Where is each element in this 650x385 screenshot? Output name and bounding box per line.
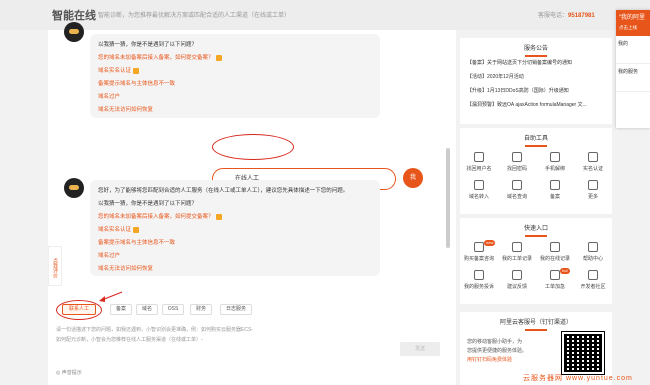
quick-online-records[interactable]: 我的在线记录 <box>536 242 574 262</box>
panel-title: 服务公告 <box>460 43 612 57</box>
input-placeholder: 请一句话描述下您的问题，如我还遇到，小智识别会更准确，例：如何购买云服务器ECS… <box>56 327 253 333</box>
brand-title: 智能在线 <box>52 10 96 22</box>
quick-entry-panel: 快速入口 购买备案咨询 new 我的工单记录 我的在线记录 帮助中心 我的服务投… <box>460 218 612 304</box>
tool-domain-transfer[interactable]: 域名转入 <box>460 180 498 200</box>
panel-title: 自助工具 <box>460 133 612 147</box>
arrow-icon <box>99 291 123 302</box>
top-bar: 智能在线 智能诊断，为您推荐最优解决方案或匹配合适的人工渠道（在线或工单） 客服… <box>0 0 650 30</box>
bot-message-2: 您好，为了能够将您匹配到合适的人工服务（在线人工或工单人工），建议您先具体描述一… <box>90 180 380 276</box>
lock-icon <box>512 152 522 162</box>
tool-unbind-phone[interactable]: 手机解绑 <box>536 152 574 172</box>
announcement-item[interactable]: 【升级】1月13日DDoS高防（国际）升级通知 <box>467 87 607 94</box>
quick-ticket-records[interactable]: 我的工单记录 <box>498 242 536 262</box>
hotline: 客服电话：95187981 <box>538 13 595 19</box>
domain-icon <box>474 180 484 190</box>
voice-toggle[interactable]: ◎ 声音提示 <box>56 369 82 376</box>
bell-icon <box>550 270 560 280</box>
floating-row[interactable]: 我的 <box>616 36 650 64</box>
floating-header: “我的阿里 点击上线 <box>616 10 650 36</box>
announcement-item[interactable]: 【活动】2020年12月活动 <box>467 73 607 80</box>
suggested-link[interactable]: 域名无法访问如何恢复 <box>98 104 372 117</box>
hot-icon <box>215 54 222 61</box>
tool-beian[interactable]: 备案 <box>536 180 574 200</box>
suggested-link[interactable]: 域名实名认证 <box>98 224 372 237</box>
help-icon <box>588 242 598 252</box>
ticket-icon <box>512 242 522 252</box>
bot-message-intro: 以我猜一猜，你是不是遇到了以下问题？ <box>98 201 198 207</box>
bot-message-intro: 以我猜一猜，你是不是遇到了以下问题？ <box>98 42 198 48</box>
message-input[interactable]: 请一句话描述下您的问题，如我还遇到，小智识别会更准确，例：如何购买云服务器ECS… <box>56 325 400 365</box>
qr-code <box>561 331 605 375</box>
tab-beian[interactable]: 备案 <box>110 304 132 315</box>
chat-icon <box>474 242 484 252</box>
hot-icon <box>133 226 140 233</box>
quick-help-center[interactable]: 帮助中心 <box>574 242 612 262</box>
hot-badge: hot <box>560 268 570 274</box>
tool-more[interactable]: 更多 <box>574 180 612 200</box>
panel-title: 快速入口 <box>460 223 612 237</box>
bot-avatar <box>64 178 84 198</box>
panel-title: 阿里云客服号（钉钉渠道） <box>460 317 612 331</box>
bot-message-1: 以我猜一猜，你是不是遇到了以下问题？ 您的域名未加备案后接入备案，如何提交备案？… <box>90 34 380 118</box>
header-tagline: 智能诊断，为您推荐最优解决方案或匹配合适的人工渠道（在线或工单） <box>98 13 291 19</box>
headset-icon <box>550 242 560 252</box>
announcement-item[interactable]: 【漏洞预警】致远OA ajaxAction formulaManager 文..… <box>467 101 607 108</box>
suggested-link[interactable]: 您的域名未加备案后接入备案，如何提交备案？ <box>98 52 372 65</box>
hot-icon <box>133 67 140 74</box>
document-icon <box>550 180 560 190</box>
dingtalk-description: 您的移动客服小助手，为 您提供更便捷的服务体验。 用钉钉扫码免费体验 <box>467 339 528 363</box>
tool-realname[interactable]: 实名认证 <box>574 152 612 172</box>
quick-complaint[interactable]: 我的服务投诉 <box>460 270 498 290</box>
self-service-panel: 自助工具 找回用户名 找回密码 手机解绑 实名认证 域名转入 域名查询 备案 更… <box>460 128 612 214</box>
phone-icon <box>550 152 560 162</box>
user-avatar: 我 <box>403 168 423 188</box>
quick-feedback[interactable]: 建议反馈 <box>498 270 536 290</box>
hot-icon <box>215 213 222 220</box>
tab-domain[interactable]: 域名 <box>136 304 158 315</box>
tool-domain-search[interactable]: 域名查询 <box>498 180 536 200</box>
highlight-circle <box>212 134 294 160</box>
suggested-link[interactable]: 域名实名认证 <box>98 65 372 78</box>
send-button[interactable]: 发送 <box>400 342 440 356</box>
tool-find-username[interactable]: 找回用户名 <box>460 152 498 172</box>
rate-button[interactable]: 点我评价 <box>48 246 62 286</box>
floating-panel[interactable]: “我的阿里 点击上线 我的 我的服务 <box>616 10 650 128</box>
community-icon <box>588 270 598 280</box>
quick-dev-community[interactable]: 开发者社区 <box>574 270 612 290</box>
user-icon <box>474 152 484 162</box>
suggested-link[interactable]: 您的域名未加备案后接入备案，如何提交备案？ <box>98 211 372 224</box>
tab-log-service[interactable]: 日志服务 <box>220 304 252 315</box>
bot-message-intro: 您好，为了能够将您匹配到合适的人工服务（在线人工或工单人工），建议您先具体描述一… <box>98 188 349 194</box>
bot-avatar <box>64 22 84 42</box>
announcement-item[interactable]: 【备案】关于网站送页下分切销备案编号的通知 <box>467 59 607 66</box>
suggested-link[interactable]: 域名无法访问如何恢复 <box>98 263 372 276</box>
feedback-icon <box>512 270 522 280</box>
suggested-link[interactable]: 备案提示域名与主体信息不一致 <box>98 237 372 250</box>
floating-row[interactable]: 我的服务 <box>616 64 650 92</box>
input-placeholder: 如何配元诊断，小智会为您推荐在线人工服务渠道（在线或工单）- <box>56 337 203 343</box>
tool-find-password[interactable]: 找回密码 <box>498 152 536 172</box>
search-icon <box>512 180 522 190</box>
hotline-number: 95187981 <box>568 13 595 19</box>
tab-oss[interactable]: OSS <box>162 304 184 315</box>
suggested-link[interactable]: 域名过户 <box>98 91 372 104</box>
suggested-link[interactable]: 域名过户 <box>98 250 372 263</box>
announcement-panel: 服务公告 【备案】关于网站送页下分切销备案编号的通知 【活动】2020年12月活… <box>460 38 612 124</box>
watermark: 云服务器网 www.yuntue.com <box>523 375 633 382</box>
complaint-icon <box>474 270 484 280</box>
tab-finance[interactable]: 财务 <box>190 304 212 315</box>
suggested-link[interactable]: 备案提示域名与主体信息不一致 <box>98 78 372 91</box>
new-badge: new <box>484 240 496 246</box>
id-card-icon <box>588 152 598 162</box>
chat-scrollbar[interactable] <box>446 148 450 248</box>
more-icon <box>588 180 598 190</box>
